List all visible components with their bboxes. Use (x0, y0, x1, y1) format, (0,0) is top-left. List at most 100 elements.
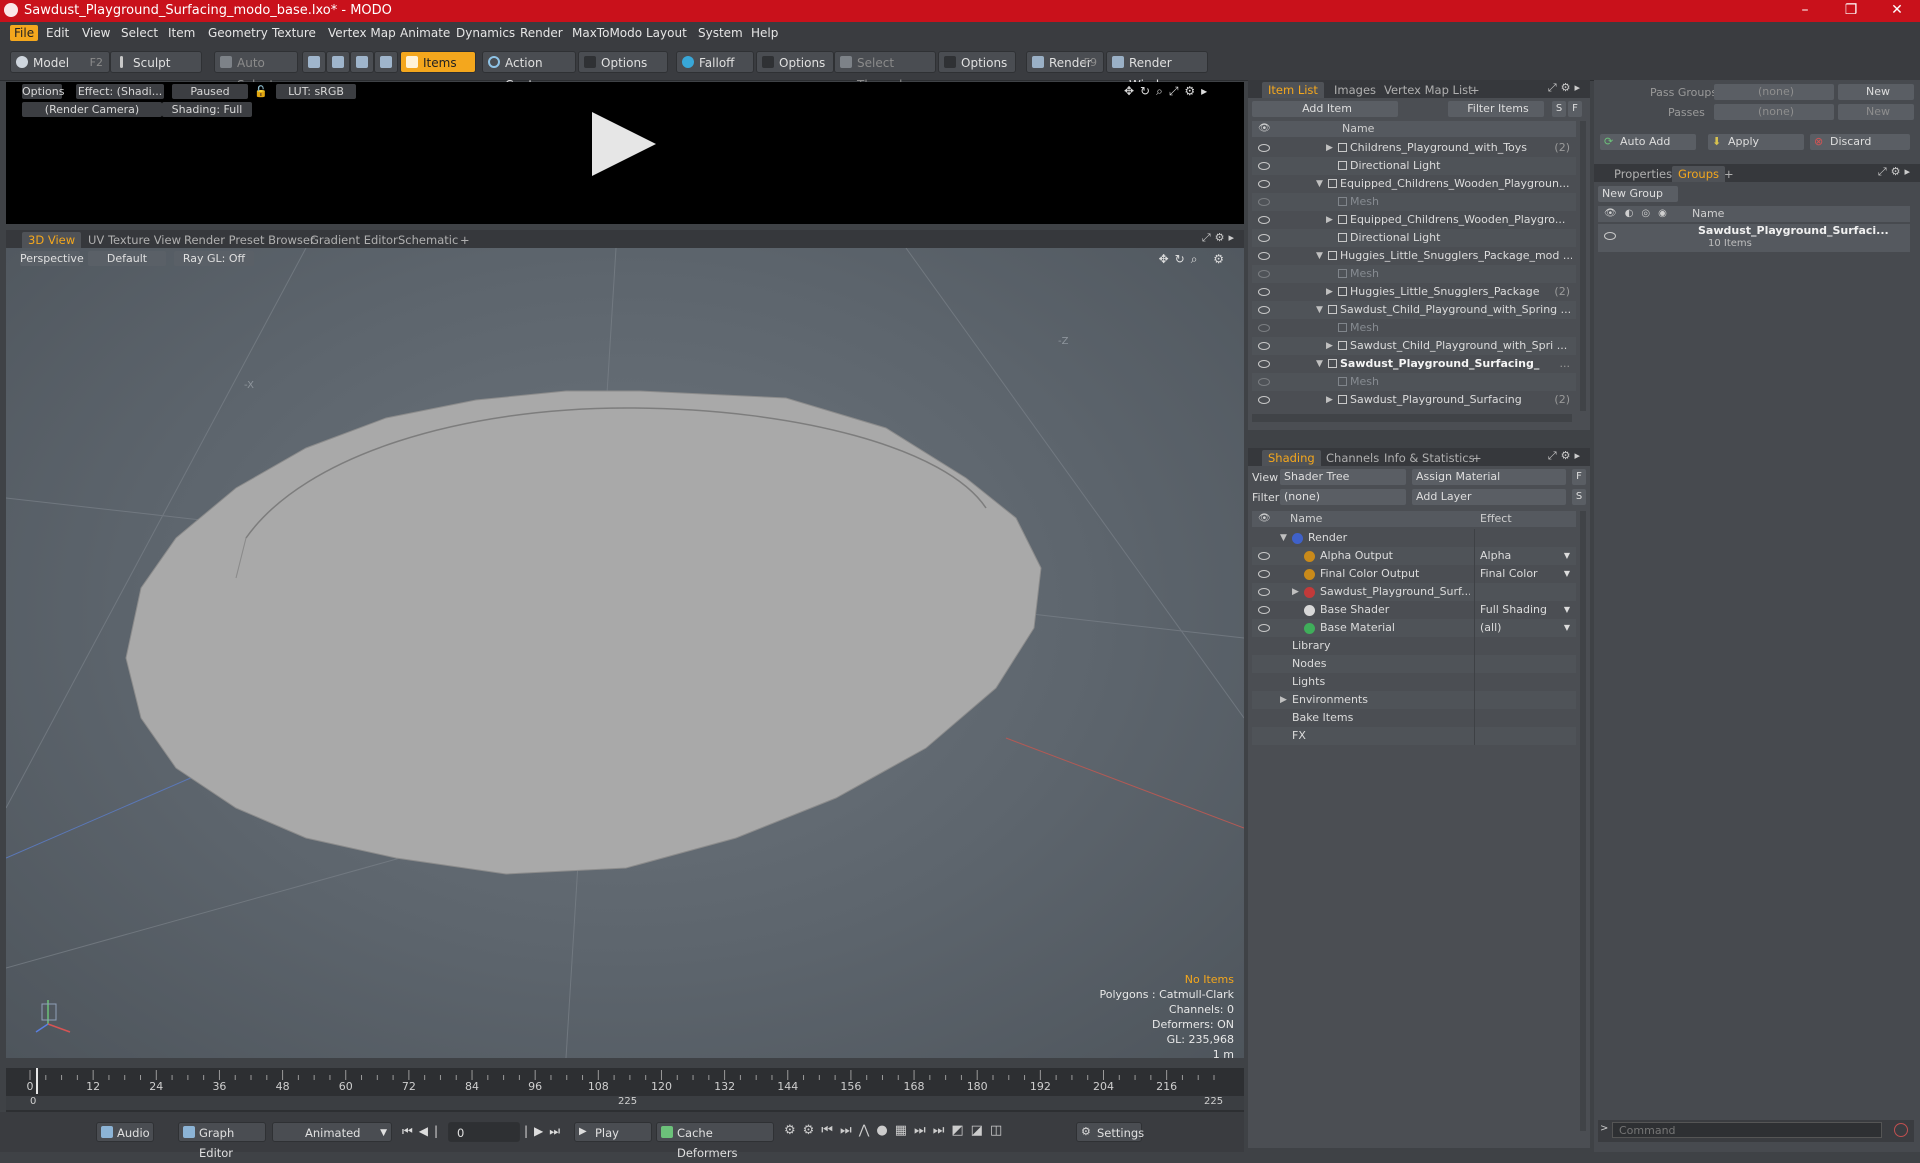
tab-images[interactable]: Images (1328, 82, 1382, 98)
audio-button[interactable]: Audio (96, 1122, 154, 1142)
panel-menu-icons[interactable]: ⤢⚙▸ (1548, 449, 1584, 463)
item-list-row[interactable]: Mesh (1252, 319, 1576, 337)
shader-view-dropdown[interactable]: Shader Tree (1280, 469, 1406, 485)
edges-mode-button[interactable] (326, 51, 350, 73)
chevron-right-icon[interactable]: ▶ (1326, 211, 1333, 229)
item-list-f-button[interactable]: F (1568, 101, 1582, 117)
item-list-row[interactable]: Mesh (1252, 265, 1576, 283)
chevron-right-icon[interactable]: ▶ (1326, 337, 1333, 355)
preview-options-button[interactable]: Options (22, 84, 64, 99)
eye-icon[interactable] (1258, 252, 1270, 260)
chevron-down-icon[interactable]: ▼ (1564, 547, 1570, 565)
command-input[interactable] (1612, 1122, 1882, 1138)
filter-items-input[interactable]: Filter Items (1448, 101, 1544, 117)
item-list-row[interactable]: Mesh (1252, 193, 1576, 211)
render-window-button[interactable]: Render Window (1106, 51, 1208, 92)
shader-tree-row[interactable]: Nodes (1252, 655, 1576, 673)
eye-icon[interactable] (1258, 216, 1270, 224)
add-layer-dropdown[interactable]: Add Layer (1412, 489, 1566, 505)
viewport-panel-icons[interactable]: ⤢⚙▸ (1202, 231, 1238, 245)
chevron-down-icon[interactable]: ▼ (1280, 529, 1287, 547)
menu-item[interactable]: Item (164, 25, 199, 41)
menu-file[interactable]: File (10, 25, 39, 41)
key-tools-icons[interactable]: ⚙⚙⏮⏭⋀●▦⏭⏭◩◪◫ (784, 1123, 1009, 1138)
layer-effect-dropdown[interactable]: Alpha (1480, 547, 1511, 565)
polygons-mode-button[interactable] (350, 51, 374, 73)
chevron-down-icon[interactable]: ▼ (1564, 565, 1570, 583)
falloff-options-button[interactable]: Options (756, 51, 834, 73)
new-group-button[interactable]: New Group (1598, 186, 1678, 202)
items-mode-button[interactable]: Items (400, 51, 476, 73)
tab-channels[interactable]: Channels (1320, 450, 1385, 466)
chevron-right-icon[interactable]: ▶ (1292, 583, 1299, 601)
menu-vertex-map[interactable]: Vertex Map (324, 25, 400, 41)
shader-tree-row[interactable]: Library (1252, 637, 1576, 655)
tab-shading[interactable]: Shading (1262, 450, 1321, 466)
menu-dynamics[interactable]: Dynamics (452, 25, 519, 41)
auto-select-button[interactable]: Auto Select (214, 51, 298, 92)
transport-back-icons[interactable]: ⏮◀| (402, 1124, 444, 1139)
record-macro-icon[interactable] (1894, 1123, 1908, 1137)
shader-tree-row[interactable]: Bake Items (1252, 709, 1576, 727)
eye-icon[interactable] (1258, 360, 1270, 368)
shader-tree-row[interactable]: Alpha Output Alpha ▼ (1252, 547, 1576, 565)
transport-forward-icons[interactable]: |▶⏭ (524, 1124, 566, 1139)
chevron-down-icon[interactable]: ▼ (1316, 355, 1323, 373)
layer-effect-dropdown[interactable]: Final Color (1480, 565, 1538, 583)
menu-layout[interactable]: Layout (642, 25, 691, 41)
new-pass-button[interactable]: New (1838, 104, 1914, 120)
shading-scrollbar[interactable] (1580, 511, 1586, 1131)
tab-3d-view[interactable]: 3D View (22, 232, 82, 248)
item-list-row[interactable]: ▼ Sawdust_Child_Playground_with_Spring ..… (1252, 301, 1576, 319)
item-list-row[interactable]: Directional Light (1252, 229, 1576, 247)
materials-mode-button[interactable] (374, 51, 398, 73)
eye-icon[interactable] (1258, 234, 1270, 242)
eye-icon[interactable] (1258, 624, 1270, 632)
tab-properties[interactable]: Properties (1608, 166, 1678, 182)
action-center-options-button[interactable]: Options (578, 51, 668, 73)
animated-dropdown[interactable]: Animated ▼ (272, 1122, 392, 1142)
add-tab-button[interactable]: + (454, 232, 476, 248)
menu-help[interactable]: Help (747, 25, 782, 41)
shader-tree-row[interactable]: Base Shader Full Shading ▼ (1252, 601, 1576, 619)
chevron-right-icon[interactable]: ▶ (1326, 283, 1333, 301)
graph-editor-button[interactable]: Graph Editor (178, 1122, 266, 1160)
item-list-row[interactable]: ▼ Sawdust_Playground_Surfacing_... (1252, 355, 1576, 373)
pass-groups-dropdown[interactable]: (none) (1714, 84, 1834, 100)
menu-system[interactable]: System (694, 25, 747, 41)
preview-camera-dropdown[interactable]: (Render Camera) (22, 102, 162, 117)
item-list-scrollbar[interactable] (1580, 121, 1586, 411)
menu-maxtomodo[interactable]: MaxToModo (568, 25, 646, 41)
play-preview-icon[interactable] (592, 112, 656, 176)
layer-effect-dropdown[interactable]: Full Shading (1480, 601, 1547, 619)
item-list-row[interactable]: ▶ Huggies_Little_Snugglers_Package (2) (1252, 283, 1576, 301)
apply-button[interactable]: ⬇ Apply (1708, 134, 1804, 150)
panel-menu-icons[interactable]: ⤢⚙▸ (1878, 165, 1914, 179)
menu-view[interactable]: View (78, 25, 114, 41)
shader-tree-row[interactable]: Base Material (all) ▼ (1252, 619, 1576, 637)
new-pass-group-button[interactable]: New (1838, 84, 1914, 100)
chevron-down-icon[interactable]: ▼ (1564, 601, 1570, 619)
close-icon[interactable]: ✕ (1874, 0, 1920, 22)
model-button[interactable]: Model F2 (10, 51, 110, 73)
shader-tree-row[interactable]: Final Color Output Final Color ▼ (1252, 565, 1576, 583)
shader-tree-row[interactable]: FX (1252, 727, 1576, 745)
eye-icon[interactable] (1258, 342, 1270, 350)
eye-icon[interactable] (1258, 396, 1270, 404)
item-list-row[interactable]: ▶ Childrens_Playground_with_Toys (2) (1252, 139, 1576, 157)
chevron-down-icon[interactable]: ▼ (1316, 247, 1323, 265)
tab-item-list[interactable]: Item List (1262, 82, 1324, 98)
falloff-button[interactable]: Falloff (676, 51, 754, 73)
item-list-row[interactable]: Mesh (1252, 373, 1576, 391)
item-list-row[interactable]: ▼ Equipped_Childrens_Wooden_Playgroun... (1252, 175, 1576, 193)
menu-texture[interactable]: Texture (268, 25, 320, 41)
eye-icon[interactable] (1604, 232, 1616, 240)
restore-icon[interactable]: ❐ (1828, 0, 1874, 22)
item-list-row[interactable]: ▼ Huggies_Little_Snugglers_Package_mod ..… (1252, 247, 1576, 265)
add-item-dropdown[interactable]: Add Item (1252, 101, 1398, 117)
minimize-icon[interactable]: – (1782, 0, 1828, 22)
view-style-dropdown[interactable]: Default (88, 251, 166, 266)
chevron-right-icon[interactable]: ▶ (1326, 139, 1333, 157)
frame-input[interactable]: 0 (448, 1122, 520, 1142)
playground-surface-mesh[interactable] (125, 390, 1042, 875)
